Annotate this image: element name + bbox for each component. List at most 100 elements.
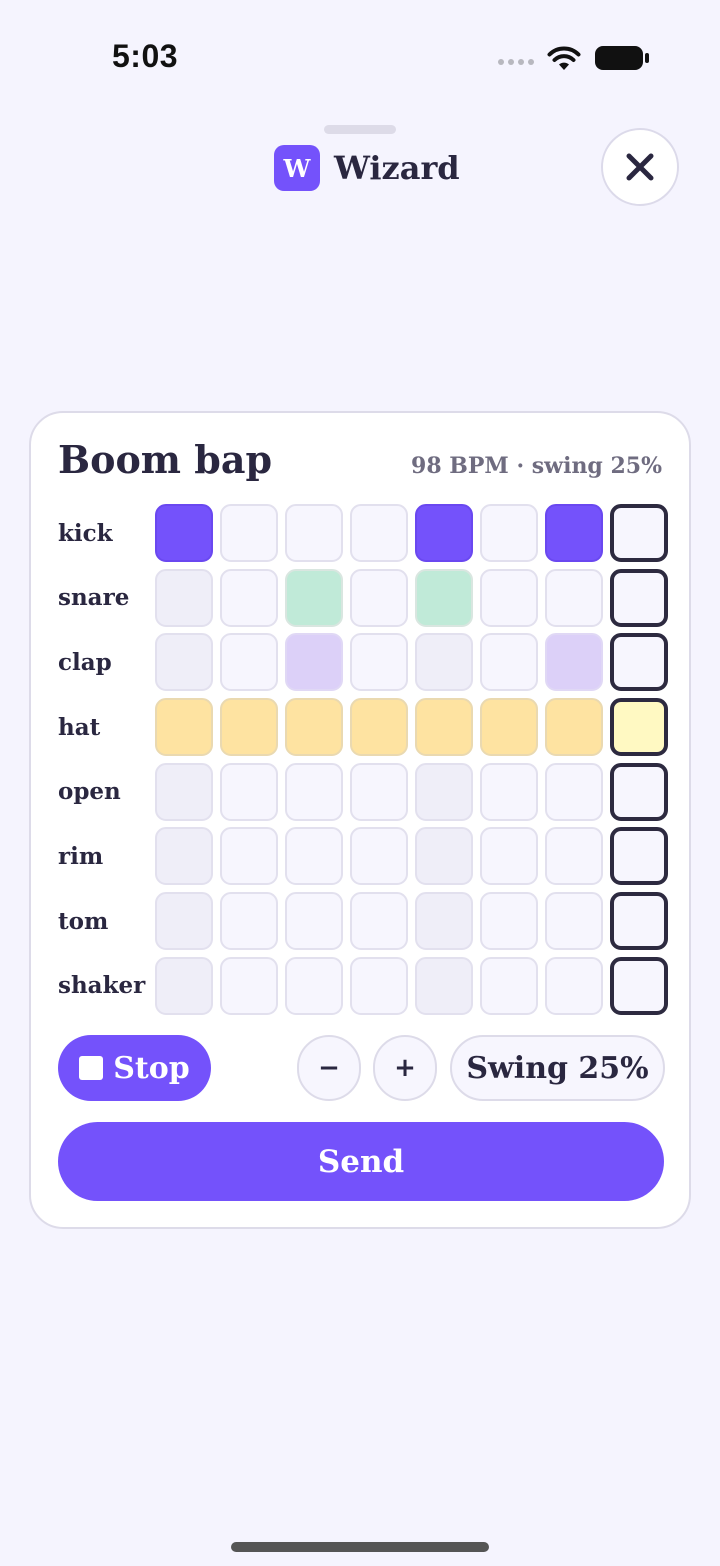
- step-cell-shaker-6[interactable]: [480, 956, 538, 1015]
- step-cell-open-1[interactable]: [155, 762, 213, 821]
- step-cell-hat-1[interactable]: [155, 698, 213, 757]
- sheet-grabber[interactable]: [324, 125, 396, 134]
- row-label: open: [58, 778, 121, 806]
- sequencer-row-snare: snare: [58, 568, 668, 627]
- step-cell-open-3[interactable]: [285, 762, 343, 821]
- step-cell-rim-6[interactable]: [480, 827, 538, 886]
- step-cell-open-4[interactable]: [350, 762, 408, 821]
- row-label: shaker: [58, 972, 146, 1000]
- row-label: rim: [58, 842, 104, 870]
- sequencer-row-tom: tom: [58, 892, 668, 951]
- step-cell-clap-1[interactable]: [155, 633, 213, 692]
- step-cell-clap-5[interactable]: [415, 633, 473, 692]
- step-cell-shaker-8[interactable]: [610, 956, 668, 1015]
- step-cell-rim-7[interactable]: [545, 827, 603, 886]
- step-cell-rim-1[interactable]: [155, 827, 213, 886]
- step-cell-open-6[interactable]: [480, 762, 538, 821]
- sequencer-row-hat: hat: [58, 698, 668, 757]
- step-cells: [155, 892, 668, 951]
- step-cell-kick-5[interactable]: [415, 504, 473, 562]
- swing-button[interactable]: Swing 25%: [450, 1035, 665, 1101]
- step-cell-kick-2[interactable]: [220, 504, 278, 562]
- step-cell-tom-6[interactable]: [480, 892, 538, 951]
- step-cell-clap-7[interactable]: [545, 633, 603, 692]
- step-cell-snare-6[interactable]: [480, 568, 538, 627]
- tempo-meta: 98 BPM · swing 25%: [411, 453, 662, 479]
- sequencer-row-kick: kick: [58, 504, 668, 562]
- step-cell-kick-1[interactable]: [155, 504, 213, 562]
- step-cell-clap-6[interactable]: [480, 633, 538, 692]
- step-cell-tom-4[interactable]: [350, 892, 408, 951]
- step-cell-kick-3[interactable]: [285, 504, 343, 562]
- row-label: hat: [58, 713, 101, 741]
- step-cell-tom-8[interactable]: [610, 892, 668, 951]
- step-cell-shaker-3[interactable]: [285, 956, 343, 1015]
- step-cell-rim-8[interactable]: [610, 827, 668, 886]
- step-cell-rim-5[interactable]: [415, 827, 473, 886]
- step-cell-snare-8[interactable]: [610, 568, 668, 627]
- step-cell-clap-8[interactable]: [610, 633, 668, 692]
- step-cell-tom-7[interactable]: [545, 892, 603, 951]
- step-cell-clap-2[interactable]: [220, 633, 278, 692]
- step-cell-tom-2[interactable]: [220, 892, 278, 951]
- step-cell-tom-3[interactable]: [285, 892, 343, 951]
- tempo-decrease-button[interactable]: −: [297, 1035, 361, 1101]
- tempo-increase-button[interactable]: +: [373, 1035, 437, 1101]
- step-cell-open-7[interactable]: [545, 762, 603, 821]
- step-cells: [155, 762, 668, 821]
- step-cell-shaker-4[interactable]: [350, 956, 408, 1015]
- step-cells: [155, 568, 668, 627]
- row-label: tom: [58, 907, 109, 935]
- sequencer-row-open: open: [58, 762, 668, 821]
- send-button[interactable]: Send: [58, 1122, 664, 1201]
- step-cell-open-8[interactable]: [610, 762, 668, 821]
- step-cell-snare-3[interactable]: [285, 568, 343, 627]
- step-cell-kick-7[interactable]: [545, 504, 603, 562]
- step-cells: [155, 698, 668, 757]
- step-cell-clap-3[interactable]: [285, 633, 343, 692]
- step-cell-hat-8[interactable]: [610, 698, 668, 757]
- step-cell-shaker-5[interactable]: [415, 956, 473, 1015]
- sheet-header: W Wizard: [274, 145, 460, 191]
- step-cell-rim-3[interactable]: [285, 827, 343, 886]
- step-cell-kick-4[interactable]: [350, 504, 408, 562]
- step-cell-snare-4[interactable]: [350, 568, 408, 627]
- stop-button[interactable]: Stop: [58, 1035, 211, 1101]
- app-badge-icon: W: [274, 145, 320, 191]
- step-cell-open-5[interactable]: [415, 762, 473, 821]
- stop-icon: [79, 1056, 104, 1080]
- step-cell-rim-4[interactable]: [350, 827, 408, 886]
- cellular-signal-icon: [498, 51, 534, 65]
- step-cell-hat-3[interactable]: [285, 698, 343, 757]
- step-cell-hat-5[interactable]: [415, 698, 473, 757]
- step-cell-hat-4[interactable]: [350, 698, 408, 757]
- sequencer-row-shaker: shaker: [58, 956, 668, 1015]
- sequencer-row-rim: rim: [58, 827, 668, 886]
- row-label: clap: [58, 648, 112, 676]
- pattern-title: Boom bap: [58, 437, 273, 482]
- step-cell-kick-8[interactable]: [610, 504, 668, 562]
- step-sequencer-grid: kick snare clap hat open rim tom shaker: [58, 504, 668, 1022]
- row-label: kick: [58, 519, 113, 547]
- step-cell-tom-5[interactable]: [415, 892, 473, 951]
- step-cell-kick-6[interactable]: [480, 504, 538, 562]
- step-cell-snare-7[interactable]: [545, 568, 603, 627]
- step-cell-clap-4[interactable]: [350, 633, 408, 692]
- step-cell-shaker-7[interactable]: [545, 956, 603, 1015]
- status-indicators: [498, 44, 650, 72]
- step-cell-snare-1[interactable]: [155, 568, 213, 627]
- step-cell-snare-2[interactable]: [220, 568, 278, 627]
- step-cell-tom-1[interactable]: [155, 892, 213, 951]
- step-cell-hat-2[interactable]: [220, 698, 278, 757]
- step-cell-hat-7[interactable]: [545, 698, 603, 757]
- step-cell-shaker-2[interactable]: [220, 956, 278, 1015]
- status-time: 5:03: [112, 38, 179, 74]
- step-cell-rim-2[interactable]: [220, 827, 278, 886]
- stop-label: Stop: [113, 1050, 190, 1086]
- close-icon: [626, 153, 654, 181]
- step-cell-shaker-1[interactable]: [155, 956, 213, 1015]
- close-button[interactable]: [601, 128, 679, 206]
- step-cell-snare-5[interactable]: [415, 568, 473, 627]
- step-cell-hat-6[interactable]: [480, 698, 538, 757]
- step-cell-open-2[interactable]: [220, 762, 278, 821]
